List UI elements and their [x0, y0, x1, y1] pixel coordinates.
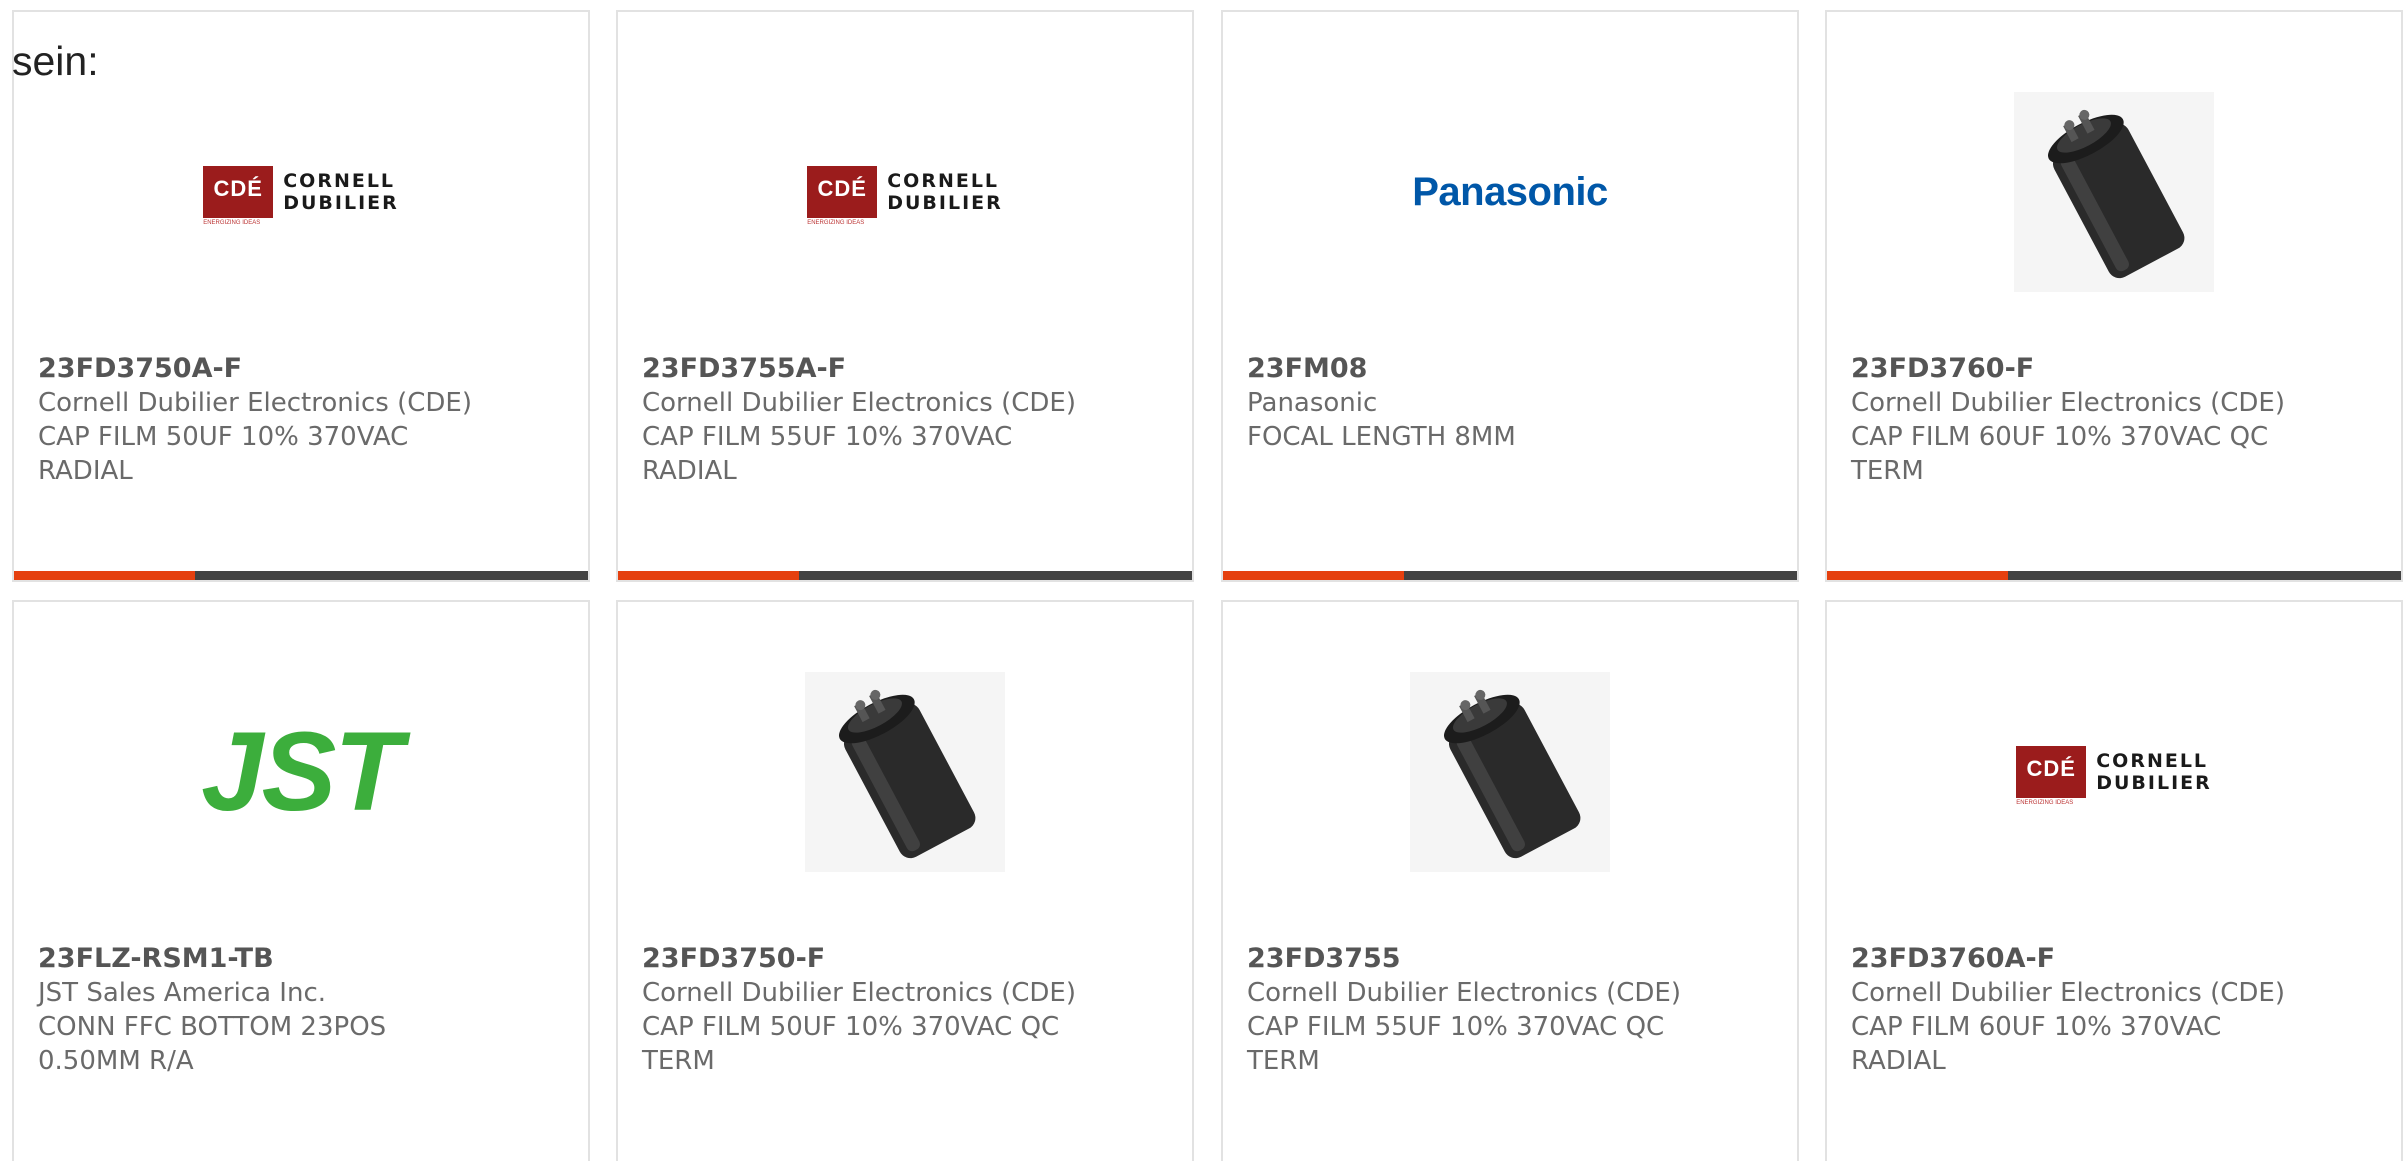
product-description: CAP FILM 55UF 10% 370VAC RADIAL [642, 422, 1013, 486]
product-image[interactable] [1223, 652, 1797, 892]
part-number-link[interactable]: 23FM08 [1247, 352, 1767, 386]
product-image[interactable] [1827, 72, 2401, 312]
product-image[interactable]: CDÉ ENERGIZING IDEAS CORNELL DUBILIER [1827, 652, 2401, 892]
product-card[interactable]: Panasonic 23FM08 Panasonic FOCAL LENGTH … [1221, 10, 1799, 582]
part-number-link[interactable]: 23FLZ-RSM1-TB [38, 942, 558, 976]
card-bottom-bar [618, 571, 1192, 580]
product-card[interactable]: CDÉ ENERGIZING IDEAS CORNELL DUBILIER 23FD… [1825, 600, 2403, 1161]
manufacturer: Cornell Dubilier Electronics (CDE) [642, 978, 1076, 1008]
part-number-link[interactable]: 23FD3760-F [1851, 352, 2371, 386]
product-card[interactable]: 23FD3755 Cornell Dubilier Electronics (C… [1221, 600, 1799, 1161]
card-bottom-bar [14, 571, 588, 580]
product-card[interactable]: JST 23FLZ-RSM1-TB JST Sales America Inc.… [12, 600, 590, 1161]
product-image[interactable]: Panasonic [1223, 72, 1797, 312]
product-image[interactable]: JST [14, 652, 588, 892]
manufacturer: Cornell Dubilier Electronics (CDE) [1247, 978, 1681, 1008]
product-description: CAP FILM 50UF 10% 370VAC QC TERM [642, 1012, 1060, 1076]
cde-logo: CDÉ ENERGIZING IDEAS CORNELL DUBILIER [2016, 746, 2212, 806]
part-number-link[interactable]: 23FD3760A-F [1851, 942, 2371, 976]
manufacturer: Panasonic [1247, 388, 1378, 418]
card-bottom-bar [1223, 571, 1797, 580]
manufacturer: Cornell Dubilier Electronics (CDE) [1851, 978, 2285, 1008]
capacitor-photo [2014, 92, 2214, 292]
page: sein: CDÉ ENERGIZING IDEAS CORNELL DUBILIE… [0, 0, 2405, 1161]
part-number-link[interactable]: 23FD3750A-F [38, 352, 558, 386]
product-card[interactable]: 23FD3760-F Cornell Dubilier Electronics … [1825, 10, 2403, 582]
part-number-link[interactable]: 23FD3755 [1247, 942, 1767, 976]
page-heading: sein: [12, 38, 99, 84]
manufacturer: Cornell Dubilier Electronics (CDE) [38, 388, 472, 418]
panasonic-logo: Panasonic [1412, 169, 1608, 214]
product-image[interactable]: CDÉ ENERGIZING IDEAS CORNELL DUBILIER [14, 72, 588, 312]
capacitor-photo [1410, 672, 1610, 872]
product-description: FOCAL LENGTH 8MM [1247, 422, 1516, 452]
product-description: CAP FILM 55UF 10% 370VAC QC TERM [1247, 1012, 1665, 1076]
product-description: CAP FILM 60UF 10% 370VAC RADIAL [1851, 1012, 2222, 1076]
jst-logo: JST [201, 709, 402, 834]
product-grid: CDÉ ENERGIZING IDEAS CORNELL DUBILIER 23FD… [0, 0, 2405, 1161]
part-number-link[interactable]: 23FD3750-F [642, 942, 1162, 976]
product-card[interactable]: CDÉ ENERGIZING IDEAS CORNELL DUBILIER 23FD… [616, 10, 1194, 582]
product-image[interactable] [618, 652, 1192, 892]
cde-logo: CDÉ ENERGIZING IDEAS CORNELL DUBILIER [807, 166, 1003, 226]
manufacturer: Cornell Dubilier Electronics (CDE) [642, 388, 1076, 418]
manufacturer: JST Sales America Inc. [38, 978, 327, 1008]
product-description: CONN FFC BOTTOM 23POS 0.50MM R/A [38, 1012, 387, 1076]
product-description: CAP FILM 50UF 10% 370VAC RADIAL [38, 422, 409, 486]
product-card[interactable]: 23FD3750-F Cornell Dubilier Electronics … [616, 600, 1194, 1161]
product-card[interactable]: CDÉ ENERGIZING IDEAS CORNELL DUBILIER 23FD… [12, 10, 590, 582]
product-image[interactable]: CDÉ ENERGIZING IDEAS CORNELL DUBILIER [618, 72, 1192, 312]
capacitor-photo [805, 672, 1005, 872]
manufacturer: Cornell Dubilier Electronics (CDE) [1851, 388, 2285, 418]
card-bottom-bar [1827, 571, 2401, 580]
cde-logo: CDÉ ENERGIZING IDEAS CORNELL DUBILIER [203, 166, 399, 226]
product-description: CAP FILM 60UF 10% 370VAC QC TERM [1851, 422, 2269, 486]
part-number-link[interactable]: 23FD3755A-F [642, 352, 1162, 386]
